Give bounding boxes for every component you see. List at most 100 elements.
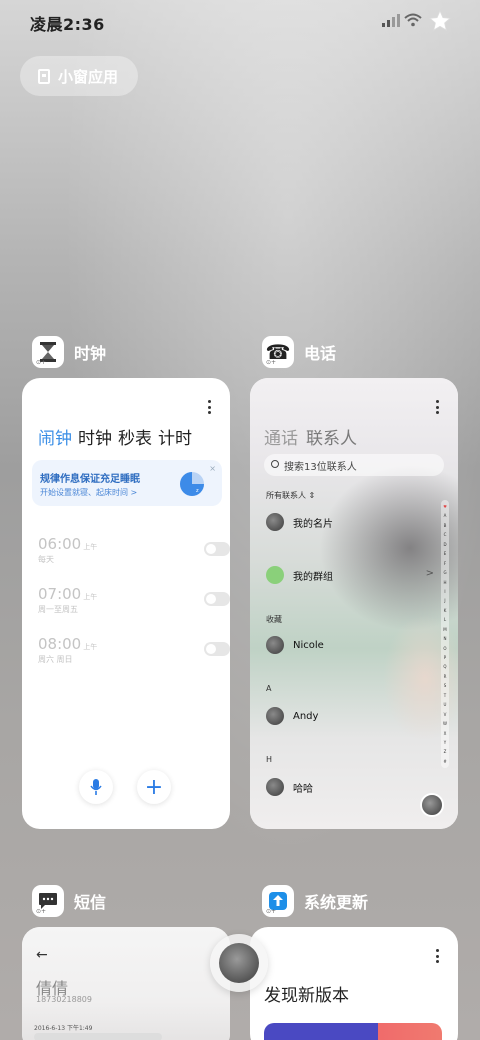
avatar: [266, 707, 284, 725]
alarm-toggle[interactable]: [204, 542, 230, 556]
search-placeholder: 搜索13位联系人: [284, 461, 357, 473]
wifi-icon: [404, 13, 422, 27]
my-card-label: 我的名片: [293, 518, 333, 530]
alphabet-letter[interactable]: V: [444, 712, 447, 717]
all-contacts-filter[interactable]: 所有联系人 ⇕: [266, 490, 315, 501]
close-icon[interactable]: ×: [209, 464, 216, 473]
alarm-row[interactable]: 08:00 上午 周六 周日: [38, 634, 230, 674]
mini-window-button[interactable]: 小窗应用: [20, 56, 138, 96]
alarm-toggle[interactable]: [204, 642, 230, 656]
tab-timer[interactable]: 计时: [158, 424, 192, 449]
section-header: 收藏: [266, 615, 282, 624]
voice-alarm-button[interactable]: [79, 770, 113, 804]
alphabet-letter[interactable]: D: [443, 542, 446, 547]
alphabet-letter[interactable]: #: [443, 759, 446, 764]
clock-app-header[interactable]: ⊙+ 时钟: [32, 336, 106, 368]
update-card[interactable]: 发现新版本: [250, 927, 458, 1040]
alphabet-letter[interactable]: Y: [444, 740, 446, 745]
avatar: [266, 778, 284, 796]
alphabet-index[interactable]: ♥ A B C D E F G H I J K L M N O P Q R S T U V W X Y Z #: [441, 500, 449, 768]
alphabet-letter[interactable]: G: [443, 570, 446, 575]
sleep-banner[interactable]: 规律作息保证充足睡眠 开始设置就寝、起床时间 > × z: [32, 460, 222, 506]
alphabet-letter[interactable]: T: [444, 693, 446, 698]
alphabet-letter[interactable]: M: [443, 627, 446, 632]
signal-icon: [382, 14, 400, 27]
clock-card[interactable]: 闹钟 时钟 秒表 计时 规律作息保证充足睡眠 开始设置就寝、起床时间 > × z…: [22, 378, 230, 829]
floating-chat-bubble[interactable]: [210, 934, 268, 992]
contact-row[interactable]: Andy: [266, 707, 318, 725]
phone-tabs: 通话 联系人: [264, 424, 357, 449]
alarm-row[interactable]: 07:00 上午 周一至周五: [38, 584, 230, 624]
phone-card[interactable]: 通话 联系人 搜索13位联系人 所有联系人 ⇕ 我的名片 我的群组 > 收藏 N…: [250, 378, 458, 829]
alphabet-letter[interactable]: R: [444, 674, 447, 679]
tab-calls[interactable]: 通话: [264, 424, 298, 449]
sleep-banner-title: 规律作息保证充足睡眠: [40, 474, 140, 485]
alphabet-letter[interactable]: O: [443, 646, 446, 651]
alarm-row[interactable]: 06:00 上午 每天: [38, 534, 230, 574]
alphabet-letter[interactable]: F: [444, 561, 446, 566]
contact-name: 哈哈: [293, 783, 313, 795]
sms-card[interactable]: ← 倩倩 18730218809 2016-6-13 下午1:49: [22, 927, 230, 1040]
search-input[interactable]: 搜索13位联系人: [264, 454, 444, 476]
sleep-banner-subtitle[interactable]: 开始设置就寝、起床时间 >: [40, 487, 137, 498]
alphabet-letter[interactable]: P: [444, 655, 446, 660]
back-arrow-icon[interactable]: ←: [36, 947, 48, 963]
alphabet-letter[interactable]: E: [444, 551, 447, 556]
avatar: [219, 943, 259, 983]
alarm-ampm: 上午: [83, 643, 98, 651]
status-bar: 凌晨2:36: [0, 0, 480, 44]
alphabet-letter[interactable]: A: [444, 513, 447, 518]
avatar: [266, 636, 284, 654]
section-header: A: [266, 684, 272, 693]
clock-app-icon: ⊙+: [32, 336, 64, 368]
alphabet-letter[interactable]: Q: [443, 664, 446, 669]
alphabet-letter[interactable]: ♥: [443, 504, 447, 509]
more-icon[interactable]: [436, 949, 440, 963]
add-alarm-button[interactable]: +: [137, 770, 171, 804]
tab-alarm[interactable]: 闹钟: [38, 424, 72, 449]
update-app-header[interactable]: ⊙+ 系统更新: [262, 885, 368, 917]
message-bubble: [34, 1033, 162, 1040]
alphabet-letter[interactable]: W: [443, 721, 447, 726]
tab-stopwatch[interactable]: 秒表: [118, 424, 152, 449]
phone-app-name: 电话: [304, 344, 337, 363]
phone-app-header[interactable]: ☎ ⊙+ 电话: [262, 336, 336, 368]
clock-app-name: 时钟: [74, 344, 107, 363]
alarm-repeat: 每天: [38, 555, 54, 564]
alarm-repeat: 周一至周五: [38, 605, 78, 614]
alarm-time: 08:00: [38, 635, 82, 653]
alphabet-letter[interactable]: N: [444, 636, 447, 641]
alphabet-letter[interactable]: K: [444, 608, 447, 613]
alphabet-letter[interactable]: L: [444, 617, 446, 622]
alphabet-letter[interactable]: C: [444, 532, 447, 537]
alarm-repeat: 周六 周日: [38, 655, 73, 664]
tab-clock[interactable]: 时钟: [78, 424, 112, 449]
chevron-right-icon: >: [425, 568, 434, 579]
my-groups-row[interactable]: 我的群组: [266, 566, 333, 584]
clock-tabs: 闹钟 时钟 秒表 计时: [38, 424, 192, 449]
alarm-time: 06:00: [38, 535, 82, 553]
moon-icon: z: [180, 472, 204, 496]
sms-app-header[interactable]: ⊙+ 短信: [32, 885, 106, 917]
alarm-toggle[interactable]: [204, 592, 230, 606]
sms-app-icon: ⊙+: [32, 885, 64, 917]
my-card-row[interactable]: 我的名片: [266, 513, 333, 531]
alphabet-letter[interactable]: J: [444, 598, 445, 603]
alphabet-letter[interactable]: H: [443, 580, 446, 585]
alphabet-letter[interactable]: S: [444, 683, 447, 688]
star-icon[interactable]: [428, 9, 452, 33]
alphabet-letter[interactable]: U: [444, 702, 447, 707]
more-icon[interactable]: [208, 400, 212, 414]
tab-contacts[interactable]: 联系人: [306, 424, 357, 449]
mini-window-icon: [38, 68, 50, 84]
contact-row[interactable]: 哈哈: [266, 778, 313, 796]
alphabet-letter[interactable]: Z: [444, 749, 447, 754]
update-app-name: 系统更新: [304, 893, 369, 912]
alphabet-letter[interactable]: B: [444, 523, 447, 528]
update-app-icon: ⊙+: [262, 885, 294, 917]
contact-row[interactable]: Nicole: [266, 636, 324, 654]
alphabet-letter[interactable]: X: [444, 731, 447, 736]
alphabet-letter[interactable]: I: [444, 589, 445, 594]
avatar[interactable]: [420, 793, 444, 817]
more-icon[interactable]: [436, 400, 440, 414]
